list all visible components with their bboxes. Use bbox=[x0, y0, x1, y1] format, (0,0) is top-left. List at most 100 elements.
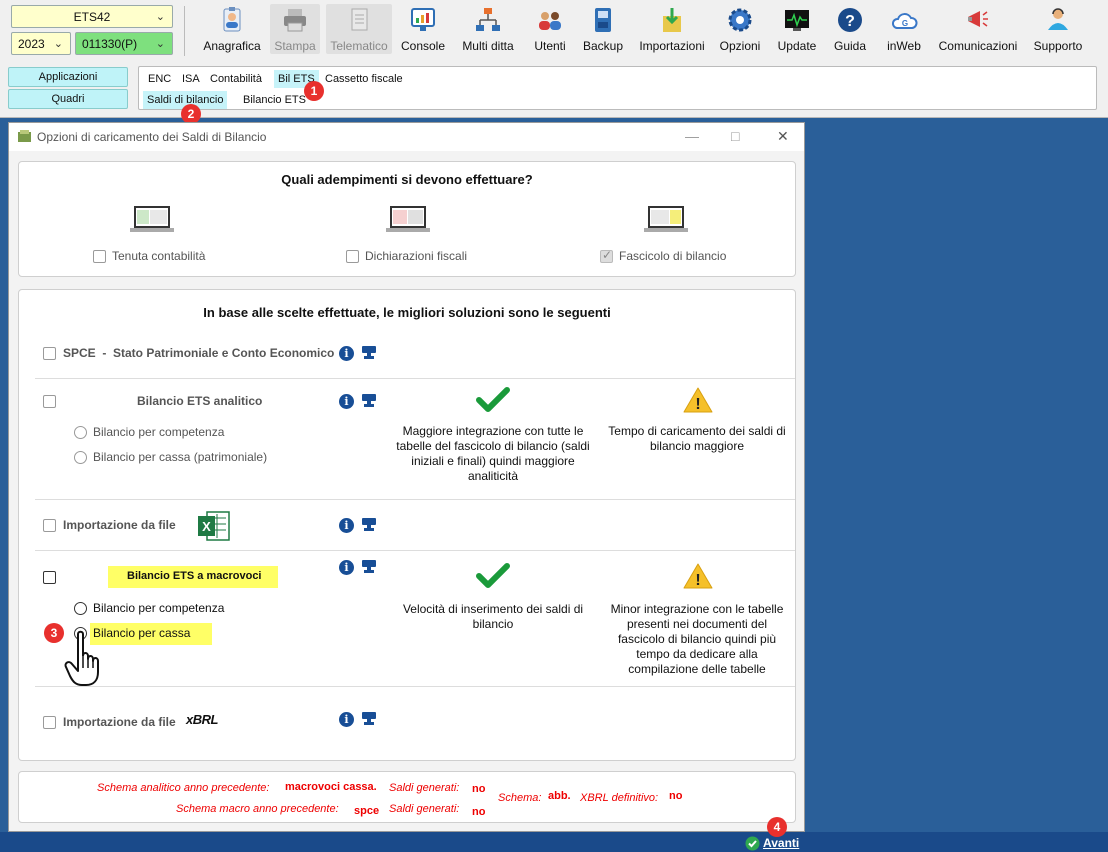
import-excel-label: Importazione da file bbox=[63, 518, 176, 532]
importazioni-button[interactable]: Importazioni bbox=[634, 4, 710, 54]
support-person-icon bbox=[1048, 8, 1068, 30]
cloud-icon: G bbox=[891, 13, 918, 29]
save-icon bbox=[595, 8, 611, 32]
check-circle-icon bbox=[745, 836, 760, 851]
menu-item-bilancio-ets[interactable]: Bilancio ETS bbox=[239, 91, 310, 109]
ets-macrovoci-label: Bilancio ETS a macrovoci bbox=[127, 570, 262, 582]
schema-value: abb. bbox=[548, 790, 571, 802]
menu-item-cassetto-fiscale[interactable]: Cassetto fiscale bbox=[321, 70, 407, 88]
schema-macro-value: spce bbox=[354, 805, 380, 817]
document-icon bbox=[351, 8, 368, 31]
maximize-icon[interactable]: □ bbox=[731, 128, 739, 144]
macro-competenza-label: Bilancio per competenza bbox=[93, 601, 225, 615]
minimize-icon[interactable]: — bbox=[685, 128, 699, 144]
product-select[interactable]: ETS42 ⌄ bbox=[11, 5, 173, 28]
console-button[interactable]: Console bbox=[398, 4, 448, 54]
utenti-button[interactable]: Utenti bbox=[528, 4, 572, 54]
guida-button[interactable]: ? Guida bbox=[828, 4, 872, 54]
info-icon[interactable]: i bbox=[339, 346, 354, 361]
update-button[interactable]: Update bbox=[774, 4, 820, 54]
anagrafica-button[interactable]: Anagrafica bbox=[202, 4, 262, 54]
warning-icon: ! bbox=[683, 387, 713, 413]
step-badge-2: 2 bbox=[181, 104, 201, 124]
menu-item-enc[interactable]: ENC bbox=[144, 70, 175, 88]
dialog-titlebar: Opzioni di caricamento dei Saldi di Bila… bbox=[9, 123, 804, 151]
telematico-button[interactable]: Telematico bbox=[326, 4, 392, 54]
backup-button[interactable]: Backup bbox=[580, 4, 626, 54]
console-label: Console bbox=[400, 39, 446, 53]
video-camera-icon[interactable] bbox=[361, 517, 377, 532]
comunicazioni-button[interactable]: Comunicazioni bbox=[936, 4, 1020, 54]
xbrl-logo-icon: xBRL bbox=[186, 712, 218, 727]
menu-item-isa[interactable]: ISA bbox=[178, 70, 204, 88]
dichiarazioni-fiscali-checkbox[interactable] bbox=[346, 250, 359, 263]
dialog-title: Opzioni di caricamento dei Saldi di Bila… bbox=[37, 130, 267, 144]
multi-ditta-label: Multi ditta bbox=[462, 39, 514, 53]
info-icon[interactable]: i bbox=[339, 712, 354, 727]
video-camera-icon[interactable] bbox=[361, 393, 377, 408]
info-icon[interactable]: i bbox=[339, 560, 354, 575]
utenti-label: Utenti bbox=[534, 39, 566, 53]
analitico-con-text: Tempo di caricamento dei saldi di bilanc… bbox=[608, 424, 786, 453]
org-chart-icon bbox=[476, 8, 500, 31]
section-divider bbox=[35, 686, 795, 687]
analitico-competenza-radio[interactable] bbox=[74, 426, 87, 439]
excel-icon: X bbox=[198, 511, 230, 541]
printer-icon bbox=[284, 9, 306, 32]
video-camera-icon[interactable] bbox=[361, 559, 377, 574]
opzioni-button[interactable]: Opzioni bbox=[716, 4, 764, 54]
supporto-button[interactable]: Supporto bbox=[1030, 4, 1086, 54]
section-divider bbox=[35, 378, 795, 379]
video-camera-icon[interactable] bbox=[361, 345, 377, 360]
inweb-button[interactable]: G inWeb bbox=[882, 4, 926, 54]
info-icon[interactable]: i bbox=[339, 518, 354, 533]
analitico-cassa-radio[interactable] bbox=[74, 451, 87, 464]
import-xbrl-checkbox[interactable] bbox=[43, 716, 56, 729]
green-check-icon bbox=[476, 563, 510, 588]
ets-analitico-checkbox[interactable] bbox=[43, 395, 56, 408]
laptop-accounting-icon bbox=[130, 206, 174, 232]
guida-label: Guida bbox=[833, 39, 867, 53]
svg-text:!: ! bbox=[695, 396, 700, 413]
inweb-label: inWeb bbox=[887, 39, 921, 53]
telematico-label: Telematico bbox=[330, 39, 388, 53]
tenuta-contabilita-label: Tenuta contabilità bbox=[112, 249, 206, 263]
toolbar-divider bbox=[184, 6, 185, 56]
app-icon bbox=[18, 130, 31, 142]
macro-competenza-radio[interactable] bbox=[74, 602, 87, 615]
fascicolo-di-bilancio-checkbox[interactable] bbox=[600, 248, 613, 263]
applicazioni-button[interactable]: Applicazioni bbox=[8, 67, 128, 87]
avanti-button[interactable]: Avanti bbox=[763, 836, 799, 850]
close-icon[interactable]: ✕ bbox=[777, 128, 789, 145]
update-label: Update bbox=[777, 39, 817, 53]
spce-checkbox[interactable] bbox=[43, 347, 56, 360]
company-select-value: 011330(P) bbox=[82, 36, 138, 51]
menu-item-contabilita[interactable]: Contabilità bbox=[206, 70, 266, 88]
schema-analitico-label: Schema analitico anno precedente: bbox=[97, 782, 270, 794]
svg-text:?: ? bbox=[845, 13, 855, 30]
bottom-statusbar bbox=[0, 832, 1108, 852]
saldi-generati-label: Saldi generati: bbox=[389, 782, 460, 794]
importazioni-label: Importazioni bbox=[639, 39, 705, 53]
macro-pro-text: Velocità di inserimento dei saldi di bil… bbox=[402, 602, 584, 631]
tenuta-contabilita-checkbox[interactable] bbox=[93, 250, 106, 263]
company-select[interactable]: 011330(P) ⌄ bbox=[75, 32, 173, 55]
analitico-pro-text: Maggiore integrazione con tutte le tabel… bbox=[396, 424, 590, 483]
macro-con-text: Minor integrazione con le tabelle presen… bbox=[610, 602, 784, 676]
laptop-tax-icon bbox=[386, 206, 430, 232]
xbrl-definitivo-label: XBRL definitivo: bbox=[580, 792, 659, 804]
svg-text:G: G bbox=[902, 19, 908, 28]
comunicazioni-label: Comunicazioni bbox=[938, 39, 1018, 53]
users-icon bbox=[539, 12, 561, 30]
quadri-button[interactable]: Quadri bbox=[8, 89, 128, 109]
video-camera-icon[interactable] bbox=[361, 711, 377, 726]
person-card-icon bbox=[223, 7, 241, 32]
year-select-value: 2023 bbox=[18, 36, 45, 51]
ets-macrovoci-checkbox[interactable] bbox=[43, 571, 56, 584]
year-select[interactable]: 2023 ⌄ bbox=[11, 32, 71, 55]
multi-ditta-button[interactable]: Multi ditta bbox=[457, 4, 519, 54]
chevron-down-icon: ⌄ bbox=[53, 38, 63, 50]
import-excel-checkbox[interactable] bbox=[43, 519, 56, 532]
info-icon[interactable]: i bbox=[339, 394, 354, 409]
stampa-button[interactable]: Stampa bbox=[270, 4, 320, 54]
